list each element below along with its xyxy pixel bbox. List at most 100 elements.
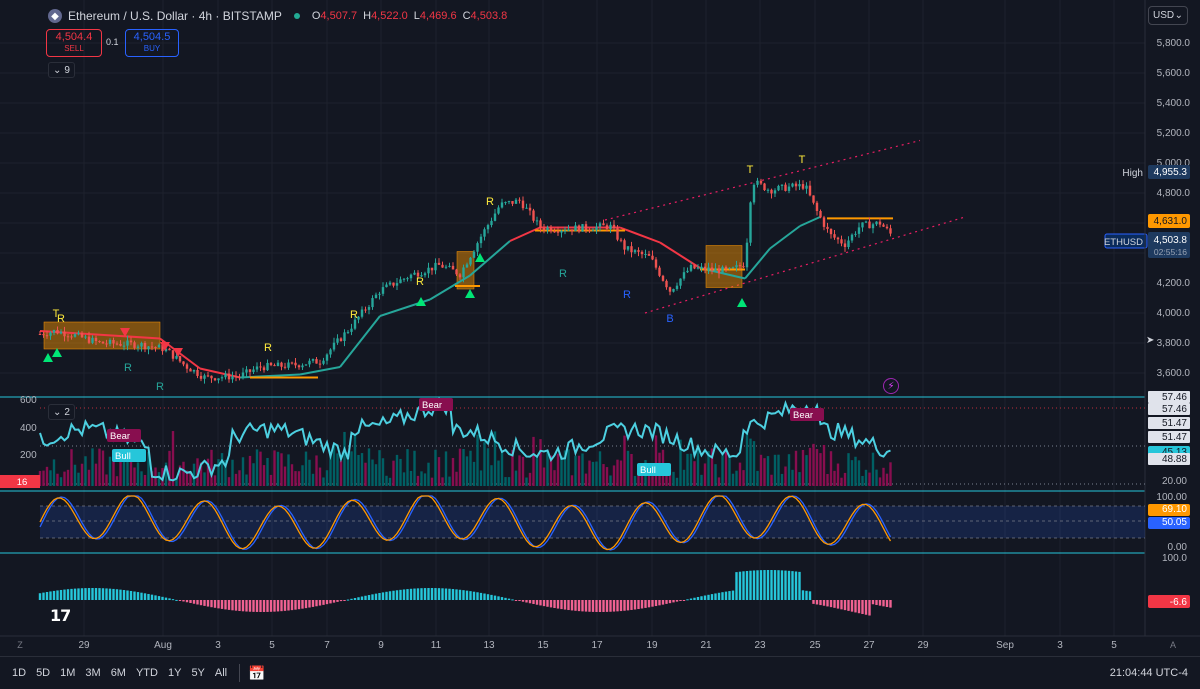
symbol-title[interactable]: Ethereum / U.S. Dollar · 4h · BITSTAMP xyxy=(68,9,282,23)
sell-button[interactable]: 4,504.4 SELL xyxy=(46,29,102,57)
histogram-bar xyxy=(843,600,847,611)
histogram-bar xyxy=(675,600,679,602)
volume-bar xyxy=(507,477,511,486)
volume-bar xyxy=(745,433,749,486)
candle-body xyxy=(742,266,745,268)
candle-body xyxy=(276,362,280,367)
stoch-d-value: 50.05 xyxy=(1162,517,1187,528)
candle-body xyxy=(280,362,283,367)
volume-bar xyxy=(542,467,546,486)
candle-body xyxy=(563,230,567,232)
volume-bar xyxy=(616,459,619,486)
candle-body xyxy=(850,234,854,241)
histogram-bar xyxy=(122,590,126,600)
volume-bar xyxy=(332,445,336,486)
bear-label: Bear xyxy=(110,431,130,442)
lightning-icon[interactable]: ⚡ xyxy=(883,378,899,394)
candle-body xyxy=(315,359,318,364)
scroll-to-latest-icon[interactable]: ➤ xyxy=(1146,335,1154,346)
volume-bar xyxy=(308,459,311,486)
date-range-icon[interactable]: 📅 xyxy=(248,665,265,682)
range-1m[interactable]: 1M xyxy=(60,667,75,679)
time-axis-label: 21 xyxy=(700,640,712,651)
histogram-bar xyxy=(836,600,840,609)
chart-canvas[interactable]: 5,800.05,600.05,400.05,200.05,000.04,800… xyxy=(0,0,1200,656)
time-axis-label: 13 xyxy=(483,640,495,651)
candle-body xyxy=(651,255,654,260)
histogram-bar xyxy=(703,595,707,600)
oscillator-collapse-toggle[interactable]: ⌄ 2 xyxy=(48,404,75,420)
range-1y[interactable]: 1Y xyxy=(168,667,181,679)
range-6m[interactable]: 6M xyxy=(111,667,126,679)
range-ytd[interactable]: YTD xyxy=(136,667,158,679)
candle-body xyxy=(87,336,91,343)
candle-body xyxy=(311,359,315,361)
range-5y[interactable]: 5Y xyxy=(191,667,204,679)
volume-bar xyxy=(66,469,70,486)
candle-body xyxy=(112,339,115,344)
volume-bar xyxy=(108,456,112,486)
volume-bar xyxy=(819,453,822,486)
volume-bar xyxy=(675,477,679,486)
clock[interactable]: 21:04:44 UTC-4 xyxy=(1110,667,1188,679)
currency-select[interactable]: USD ⌄ xyxy=(1148,6,1188,25)
buy-button[interactable]: 4,504.5 BUY xyxy=(125,29,179,57)
time-axis-label: 19 xyxy=(646,640,658,651)
pane1-tick: 600 xyxy=(20,395,37,406)
volume-bar xyxy=(588,460,591,486)
volume-bar xyxy=(290,464,294,486)
histogram-bar xyxy=(234,600,238,611)
volume-bar xyxy=(465,456,469,486)
volume-bar xyxy=(353,435,357,486)
histogram-bar xyxy=(493,595,497,600)
volume-bar xyxy=(570,475,574,486)
order-quantity[interactable]: 0.1 xyxy=(106,37,119,47)
histogram-bar xyxy=(175,599,178,601)
candle-body xyxy=(360,309,364,317)
histogram-bar xyxy=(301,600,304,609)
volume-bar xyxy=(287,454,290,486)
candle-body xyxy=(325,354,329,361)
volume-bar xyxy=(612,465,616,486)
volume-bar xyxy=(458,448,462,486)
histogram-bar xyxy=(616,600,619,612)
histogram-bar xyxy=(780,570,784,600)
candle-body xyxy=(595,226,598,231)
candle-body xyxy=(101,341,105,344)
indicators-collapse-toggle[interactable]: ⌄ 9 xyxy=(48,62,75,78)
volume-bar xyxy=(864,469,868,486)
candle-body xyxy=(525,207,528,209)
volume-bar xyxy=(535,455,539,486)
candle-body xyxy=(857,227,861,234)
time-axis-label: 29 xyxy=(917,640,929,651)
histogram-bar xyxy=(490,594,493,600)
candle-body xyxy=(329,349,332,355)
pane2-axis-label: 100.00 xyxy=(1156,492,1187,503)
volume-bar xyxy=(416,475,420,486)
candle-body xyxy=(297,365,301,368)
pane1-tick: 400 xyxy=(20,423,37,434)
histogram-bar xyxy=(227,600,231,610)
histogram-bar xyxy=(322,600,325,605)
range-3m[interactable]: 3M xyxy=(85,667,100,679)
candle-body xyxy=(262,367,266,371)
candle-body xyxy=(773,190,777,194)
range-1d[interactable]: 1D xyxy=(12,667,26,679)
histogram-bar xyxy=(273,600,276,612)
volume-bar xyxy=(598,451,602,486)
histogram-bar xyxy=(248,600,252,612)
volume-bar xyxy=(840,477,843,486)
candle-body xyxy=(91,337,94,343)
volume-bar xyxy=(521,456,525,486)
histogram-bar xyxy=(108,588,112,600)
candle-body xyxy=(647,254,651,256)
volume-bar xyxy=(672,471,675,486)
range-5d[interactable]: 5D xyxy=(36,667,50,679)
histogram-bar xyxy=(178,600,182,601)
candle-body xyxy=(497,207,500,214)
candle-body xyxy=(875,221,878,225)
volume-bar xyxy=(350,451,353,486)
range-all[interactable]: All xyxy=(215,667,227,679)
candle-body xyxy=(714,268,717,271)
histogram-bar xyxy=(38,593,42,600)
